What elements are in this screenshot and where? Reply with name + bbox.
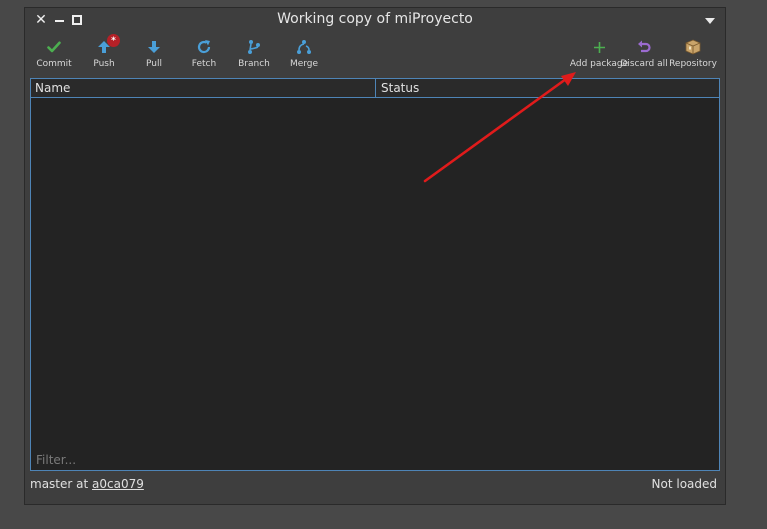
pull-label: Pull (146, 59, 162, 69)
merge-label: Merge (289, 59, 319, 69)
refresh-icon (195, 38, 213, 56)
column-header-name[interactable]: Name (31, 79, 376, 97)
discard-all-button[interactable]: Discard all (616, 38, 672, 74)
arrow-down-icon (145, 38, 163, 56)
repository-button[interactable]: Repository (665, 38, 721, 74)
plus-icon (590, 38, 608, 56)
status-bar: master at a0ca079 Not loaded (30, 477, 720, 495)
table-header: Name Status (31, 79, 719, 98)
branch-button[interactable]: Branch (226, 38, 282, 74)
push-button[interactable]: * Push (76, 34, 132, 74)
discard-all-label: Discard all (620, 59, 668, 69)
working-copy-window: ✕ Working copy of miProyecto Commit * Pu… (24, 7, 726, 505)
repository-label: Repository (669, 59, 717, 69)
branch-prefix: master at (30, 477, 93, 491)
undo-icon (635, 38, 653, 56)
branch-info: master at a0ca079 (30, 477, 144, 491)
checkmark-icon (45, 38, 63, 56)
load-state-text: Not loaded (651, 477, 717, 491)
commit-button[interactable]: Commit (26, 38, 82, 74)
commit-hash-link[interactable]: a0ca079 (92, 477, 144, 491)
window-menu-caret-icon[interactable] (705, 18, 715, 24)
fetch-label: Fetch (191, 59, 217, 69)
push-label: Push (93, 59, 115, 69)
arrow-up-icon: * (95, 34, 120, 56)
changes-table: Name Status (30, 78, 720, 471)
window-title: Working copy of miProyecto (277, 11, 473, 27)
commit-label: Commit (36, 59, 72, 69)
push-pending-badge: * (107, 34, 120, 47)
branch-label: Branch (238, 59, 270, 69)
branch-icon (245, 38, 263, 56)
merge-icon (295, 38, 313, 56)
column-header-status[interactable]: Status (376, 79, 719, 97)
merge-button[interactable]: Merge (276, 38, 332, 74)
package-box-icon (684, 38, 702, 56)
pull-button[interactable]: Pull (126, 38, 182, 74)
fetch-button[interactable]: Fetch (176, 38, 232, 74)
filter-input[interactable] (31, 450, 719, 470)
toolbar: Commit * Push Pull Fetch Branch Merge Ad… (25, 34, 725, 76)
title-bar: ✕ Working copy of miProyecto (25, 8, 725, 34)
